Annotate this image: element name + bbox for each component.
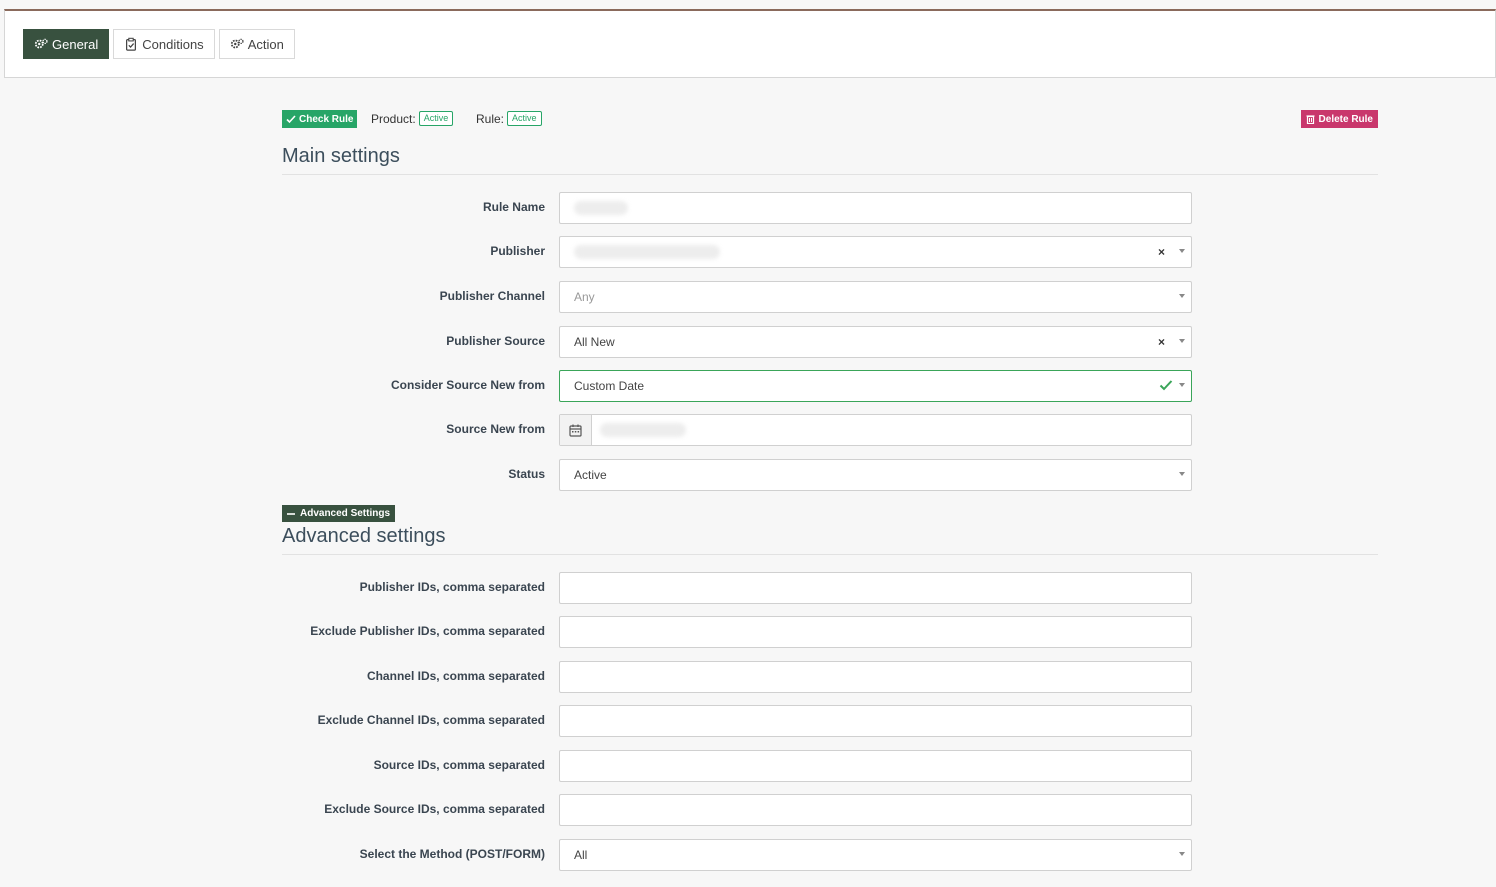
publisher-channel-row: Publisher Channel Any — [282, 281, 1192, 313]
chevron-down-icon — [1179, 339, 1185, 343]
product-status-label: Product: — [371, 111, 416, 126]
publisher-ids-row: Publisher IDs, comma separated — [282, 572, 1192, 604]
consider-source-select[interactable]: Custom Date — [559, 370, 1192, 402]
source-ids-row: Source IDs, comma separated — [282, 750, 1192, 782]
exclude-publisher-ids-label: Exclude Publisher IDs, comma separated — [310, 624, 545, 638]
rule-status-bar: Check Rule Product: Active Rule: Active … — [282, 110, 1378, 130]
chevron-down-icon — [1179, 249, 1185, 253]
main-settings-title: Main settings — [282, 145, 1378, 175]
consider-source-row: Consider Source New from Custom Date — [282, 370, 1192, 402]
clear-icon[interactable]: × — [1158, 335, 1165, 349]
publisher-channel-select[interactable]: Any — [559, 281, 1192, 313]
calendar-icon — [569, 424, 582, 437]
publisher-source-row: Publisher Source All New × — [282, 326, 1192, 358]
rule-status: Rule: Active — [476, 111, 542, 126]
calendar-button[interactable] — [560, 415, 592, 445]
status-value: Active — [574, 468, 607, 482]
source-new-from-row: Source New from — [282, 414, 1192, 446]
exclude-channel-ids-input[interactable] — [559, 705, 1192, 737]
delete-rule-button[interactable]: Delete Rule — [1300, 110, 1378, 128]
redacted-value — [574, 201, 628, 215]
rule-name-input[interactable] — [559, 192, 1192, 224]
tab-list: General Conditions Action — [23, 29, 299, 59]
tab-conditions[interactable]: Conditions — [113, 29, 215, 59]
gears-icon — [34, 38, 48, 49]
tab-conditions-label: Conditions — [142, 36, 204, 52]
publisher-select[interactable]: × — [559, 236, 1192, 268]
redacted-value — [574, 245, 720, 259]
chevron-down-icon — [1179, 294, 1185, 298]
source-ids-input[interactable] — [559, 750, 1192, 782]
exclude-channel-ids-label: Exclude Channel IDs, comma separated — [317, 713, 545, 727]
source-new-from-input[interactable] — [559, 414, 1192, 446]
tab-action[interactable]: Action — [218, 29, 295, 59]
check-rule-button[interactable]: Check Rule — [282, 110, 358, 128]
channel-ids-row: Channel IDs, comma separated — [282, 661, 1192, 693]
chevron-down-icon — [1179, 472, 1185, 476]
exclude-source-ids-row: Exclude Source IDs, comma separated — [282, 794, 1192, 826]
chevron-down-icon — [1179, 383, 1185, 387]
publisher-label: Publisher — [490, 244, 545, 258]
tab-action-label: Action — [247, 36, 284, 52]
clipboard-check-icon — [126, 37, 137, 51]
tab-bar-panel: General Conditions Action — [4, 9, 1496, 78]
status-label: Status — [508, 467, 545, 481]
publisher-row: Publisher × — [282, 236, 1192, 268]
consider-source-label: Consider Source New from — [390, 378, 545, 392]
publisher-source-select[interactable]: All New × — [559, 326, 1192, 358]
tab-general-label: General — [52, 36, 99, 52]
check-rule-label: Check Rule — [299, 113, 354, 125]
channel-ids-input[interactable] — [559, 661, 1192, 693]
redacted-value — [600, 423, 686, 437]
publisher-ids-label: Publisher IDs, comma separated — [359, 580, 545, 594]
publisher-source-value: All New — [574, 335, 615, 349]
product-status-badge: Active — [418, 111, 454, 126]
method-value: All — [574, 848, 588, 862]
trash-icon — [1306, 115, 1315, 124]
channel-ids-label: Channel IDs, comma separated — [366, 669, 545, 683]
delete-rule-label: Delete Rule — [1318, 113, 1373, 125]
method-row: Select the Method (POST/FORM) All — [282, 839, 1192, 871]
status-select[interactable]: Active — [559, 459, 1192, 491]
publisher-channel-value: Any — [574, 290, 595, 304]
method-select[interactable]: All — [559, 839, 1192, 871]
exclude-publisher-ids-row: Exclude Publisher IDs, comma separated — [282, 616, 1192, 648]
publisher-ids-input[interactable] — [559, 572, 1192, 604]
advanced-settings-toggle[interactable]: Advanced Settings — [282, 505, 396, 522]
source-ids-label: Source IDs, comma separated — [373, 758, 545, 772]
valid-check-icon — [1159, 380, 1173, 391]
minus-icon — [287, 512, 295, 515]
chevron-down-icon — [1179, 852, 1185, 856]
product-status: Product: Active — [371, 111, 454, 126]
advanced-settings-title: Advanced settings — [282, 525, 1378, 555]
publisher-source-label: Publisher Source — [446, 334, 545, 348]
method-label: Select the Method (POST/FORM) — [359, 847, 545, 861]
exclude-channel-ids-row: Exclude Channel IDs, comma separated — [282, 705, 1192, 737]
exclude-source-ids-label: Exclude Source IDs, comma separated — [324, 802, 545, 816]
rule-status-badge: Active — [507, 111, 542, 126]
exclude-source-ids-input[interactable] — [559, 794, 1192, 826]
consider-source-value: Custom Date — [574, 379, 645, 393]
tab-general[interactable]: General — [23, 29, 110, 59]
gears-icon — [230, 38, 244, 49]
publisher-channel-label: Publisher Channel — [439, 289, 545, 303]
rule-status-label: Rule: — [476, 111, 505, 126]
status-row: Status Active — [282, 459, 1192, 491]
exclude-publisher-ids-input[interactable] — [559, 616, 1192, 648]
check-icon — [286, 115, 296, 124]
rule-name-row: Rule Name — [282, 192, 1192, 224]
source-new-from-label: Source New from — [446, 422, 545, 436]
rule-name-label: Rule Name — [482, 200, 545, 214]
clear-icon[interactable]: × — [1158, 245, 1165, 259]
advanced-settings-toggle-label: Advanced Settings — [300, 508, 391, 519]
